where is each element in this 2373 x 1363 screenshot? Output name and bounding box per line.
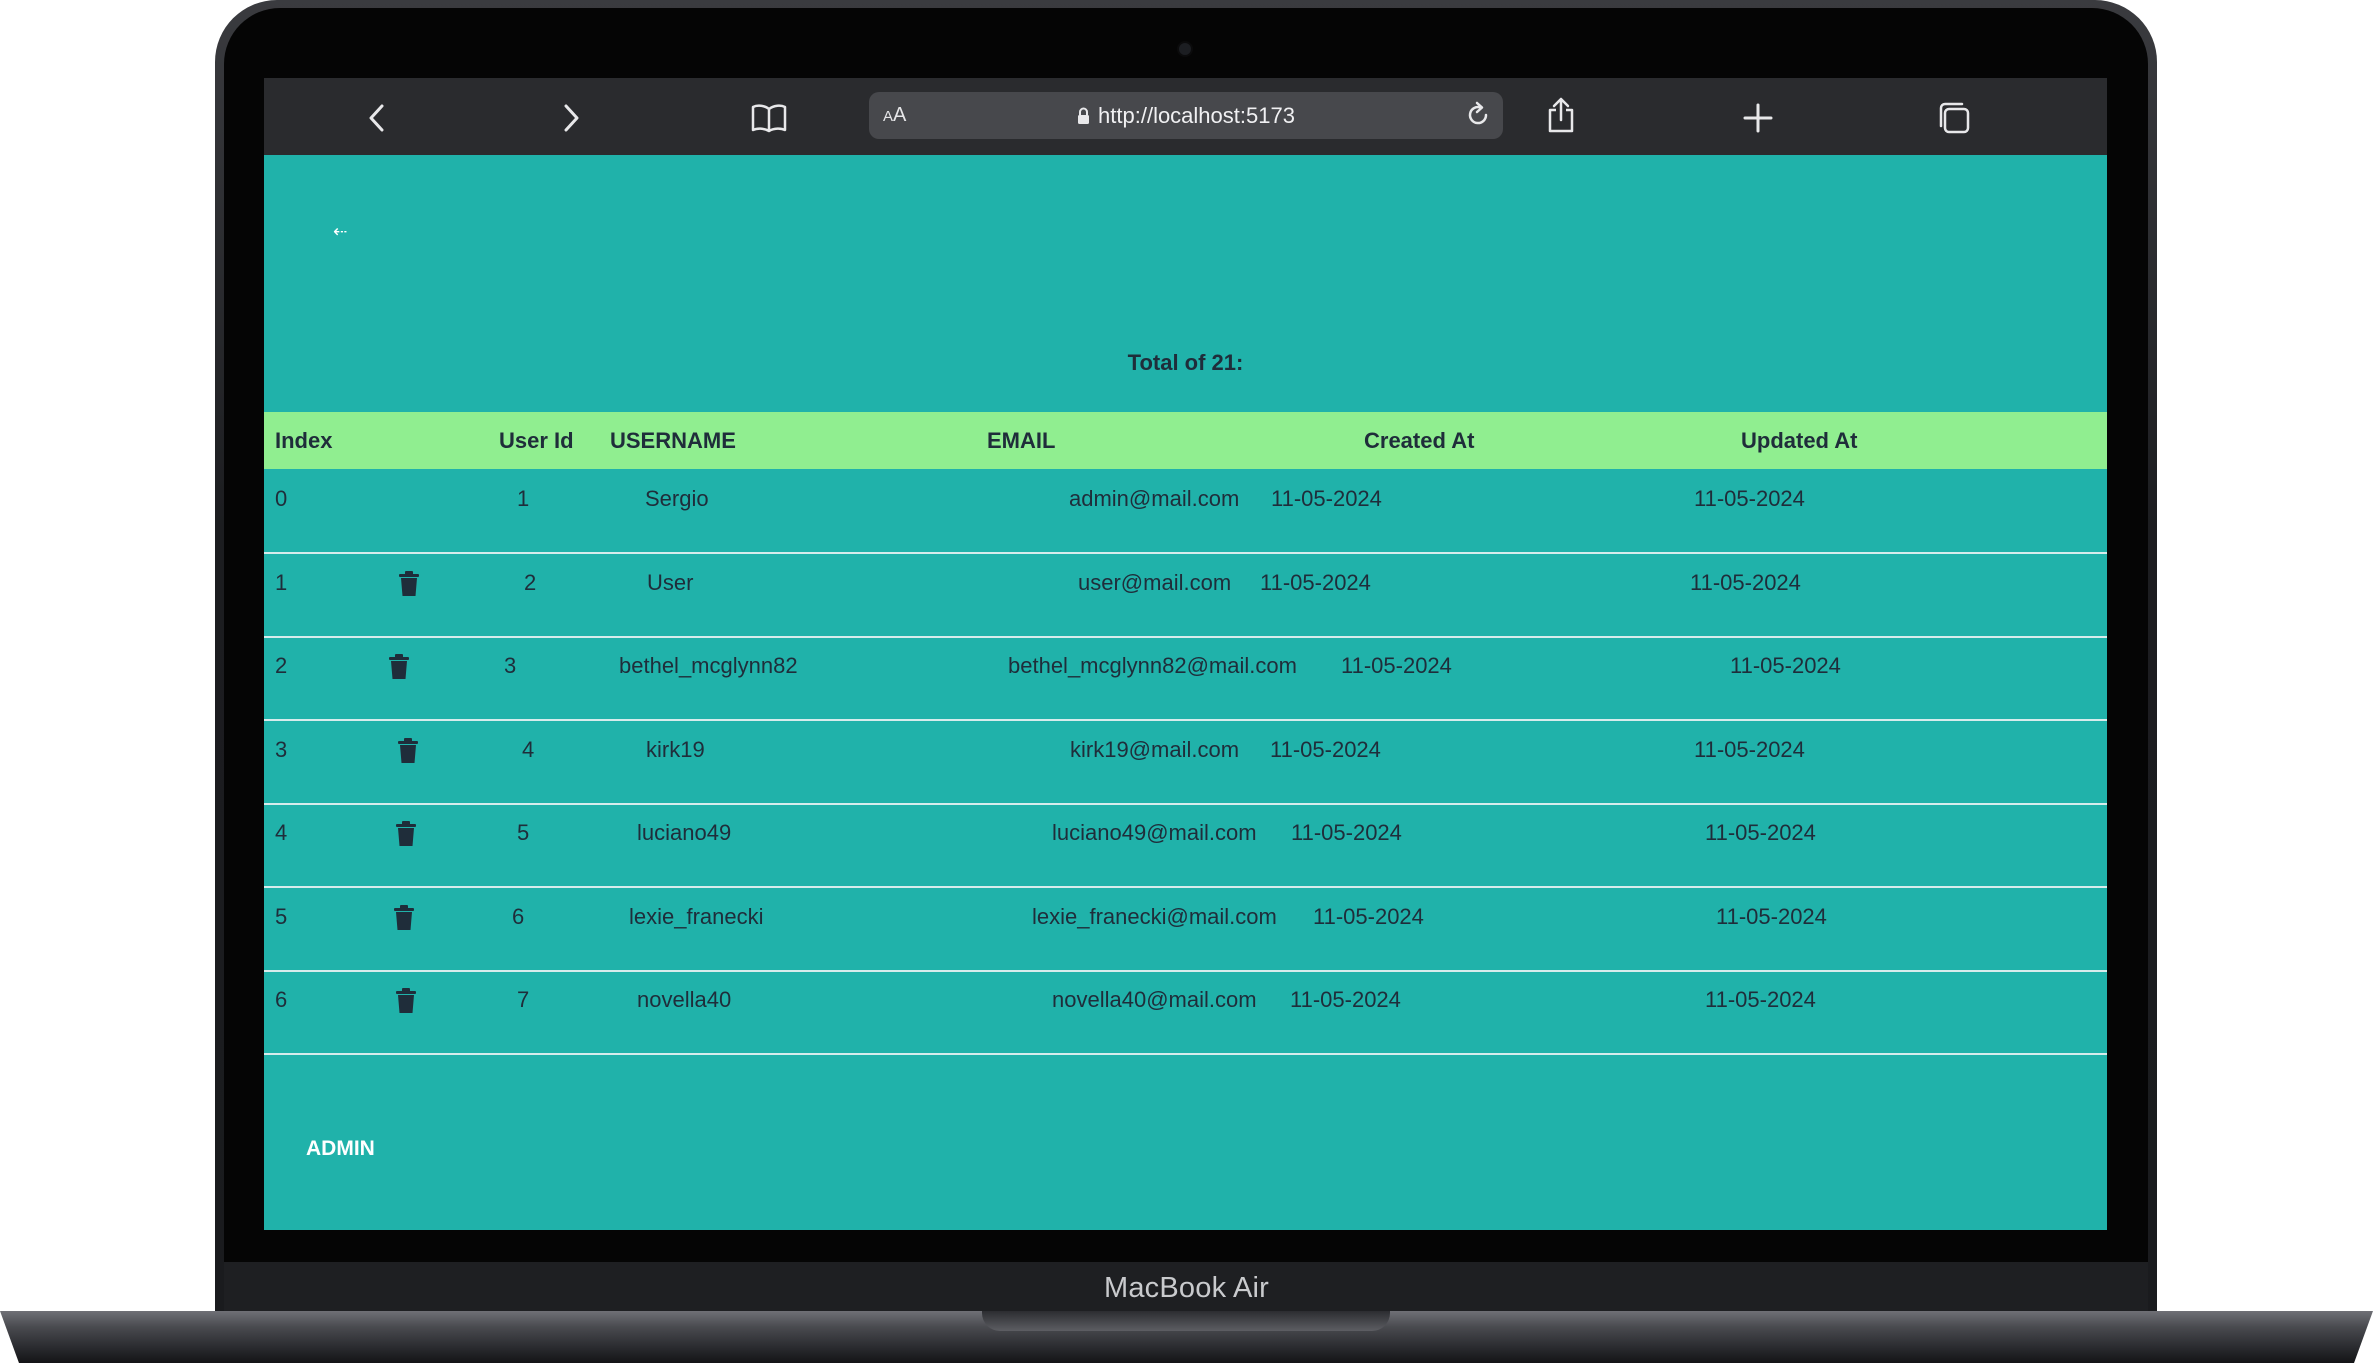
- cell-user-id: 3: [504, 653, 517, 678]
- lock-icon: [1078, 107, 1090, 124]
- cell-created-at: 11-05-2024: [1341, 653, 1452, 678]
- cell-username: bethel_mcglynn82: [619, 653, 798, 678]
- trash-icon[interactable]: [388, 654, 410, 680]
- cell-index: 6: [275, 987, 288, 1012]
- header-updated-at: Updated At: [1741, 428, 1858, 453]
- cell-index: 0: [275, 486, 288, 511]
- header-index: Index: [275, 428, 333, 453]
- plus-icon[interactable]: [1738, 98, 1778, 138]
- cell-username: Sergio: [645, 486, 709, 511]
- cell-index: 3: [275, 736, 288, 762]
- cell-created-at: 11-05-2024: [1313, 903, 1424, 929]
- table-row: 3 4 kirk19 kirk19@mail.com 11-05-2024 11-05-2…: [264, 720, 2107, 805]
- trash-icon[interactable]: [397, 737, 419, 764]
- header-username: USERNAME: [610, 428, 736, 453]
- cell-created-at: 11-05-2024: [1291, 820, 1402, 845]
- share-icon[interactable]: [1541, 95, 1581, 135]
- cell-user-id: 4: [522, 736, 535, 762]
- cell-index: 5: [275, 903, 288, 929]
- cell-username: User: [647, 569, 694, 595]
- header-email: EMAIL: [987, 428, 1056, 453]
- address-bar[interactable]: AA http://localhost:5173: [869, 92, 1503, 139]
- cell-created-at: 11-05-2024: [1271, 486, 1382, 511]
- cell-username: novella40: [637, 987, 732, 1012]
- cell-username: lexie_franecki: [629, 903, 764, 929]
- trash-icon[interactable]: [395, 821, 417, 847]
- cell-user-id: 7: [517, 987, 530, 1012]
- trash-icon[interactable]: [395, 988, 417, 1014]
- table-row: 0 1 Sergio admin@mail.com 11-05-2024 11-05-20…: [264, 469, 2107, 554]
- cell-user-id: 6: [512, 903, 525, 929]
- cell-user-id: 2: [524, 569, 537, 595]
- laptop-notch: [982, 1311, 1390, 1331]
- cell-email: bethel_mcglynn82@mail.com: [1008, 653, 1297, 678]
- table-row: 6 7 novella40 novella40@mail.com 11-05-2024 1…: [264, 970, 2107, 1055]
- browser-toolbar: AA http://localhost:5173: [264, 78, 2107, 155]
- browser-screen: AA http://localhost:5173 ⇠ Total of 21: …: [264, 78, 2107, 1230]
- device-brand-label: MacBook Air: [1104, 1272, 1269, 1304]
- cell-email: lexie_franecki@mail.com: [1032, 903, 1277, 929]
- book-icon[interactable]: [749, 98, 789, 138]
- table-header-row: Index User Id USERNAME EMAIL Created At …: [264, 412, 2107, 469]
- table-row: 5 6 lexie_franecki lexie_franecki@mail.com 1…: [264, 887, 2107, 972]
- cell-user-id: 1: [517, 486, 530, 511]
- cell-email: user@mail.com: [1078, 569, 1232, 595]
- url-text: http://localhost:5173: [1098, 103, 1295, 128]
- cell-updated-at: 11-05-2024: [1716, 903, 1827, 929]
- reload-icon[interactable]: [1463, 100, 1493, 130]
- table-row: 1 2 User user@mail.com 11-05-2024 11-05-2024: [264, 553, 2107, 638]
- cell-created-at: 11-05-2024: [1260, 569, 1371, 595]
- cell-username: luciano49: [637, 820, 732, 845]
- cell-username: kirk19: [646, 736, 705, 762]
- tabs-icon[interactable]: [1934, 98, 1974, 138]
- cell-email: novella40@mail.com: [1052, 987, 1257, 1012]
- cell-updated-at: 11-05-2024: [1694, 486, 1805, 511]
- header-user-id: User Id: [499, 428, 574, 453]
- cell-updated-at: 11-05-2024: [1694, 736, 1805, 762]
- chevron-right-icon[interactable]: [551, 98, 591, 138]
- cell-index: 4: [275, 820, 288, 845]
- cell-updated-at: 11-05-2024: [1705, 820, 1816, 845]
- url-field[interactable]: http://localhost:5173: [869, 103, 1503, 129]
- cell-created-at: 11-05-2024: [1290, 987, 1401, 1012]
- header-created-at: Created At: [1364, 428, 1475, 453]
- cell-email: kirk19@mail.com: [1070, 736, 1240, 762]
- admin-link[interactable]: ADMIN: [306, 1137, 375, 1161]
- table-row: 4 5 luciano49 luciano49@mail.com 11-05-2024 1…: [264, 803, 2107, 888]
- chevron-left-icon[interactable]: [357, 98, 397, 138]
- trash-icon[interactable]: [398, 570, 420, 597]
- total-count: Total of 21:: [1127, 350, 1244, 375]
- cell-user-id: 5: [517, 820, 530, 845]
- camera-icon: [1179, 43, 1191, 55]
- cell-email: luciano49@mail.com: [1052, 820, 1257, 845]
- cell-updated-at: 11-05-2024: [1705, 987, 1816, 1012]
- cell-email: admin@mail.com: [1069, 486, 1240, 511]
- cell-updated-at: 11-05-2024: [1730, 653, 1841, 678]
- cell-updated-at: 11-05-2024: [1690, 569, 1801, 595]
- cell-created-at: 11-05-2024: [1270, 736, 1381, 762]
- cell-index: 1: [275, 569, 288, 595]
- back-link[interactable]: ⇠: [333, 222, 347, 242]
- table-row: 2 3 bethel_mcglynn82 bethel_mcglynn82@mail.…: [264, 636, 2107, 721]
- trash-icon[interactable]: [393, 904, 415, 931]
- cell-index: 2: [275, 653, 288, 678]
